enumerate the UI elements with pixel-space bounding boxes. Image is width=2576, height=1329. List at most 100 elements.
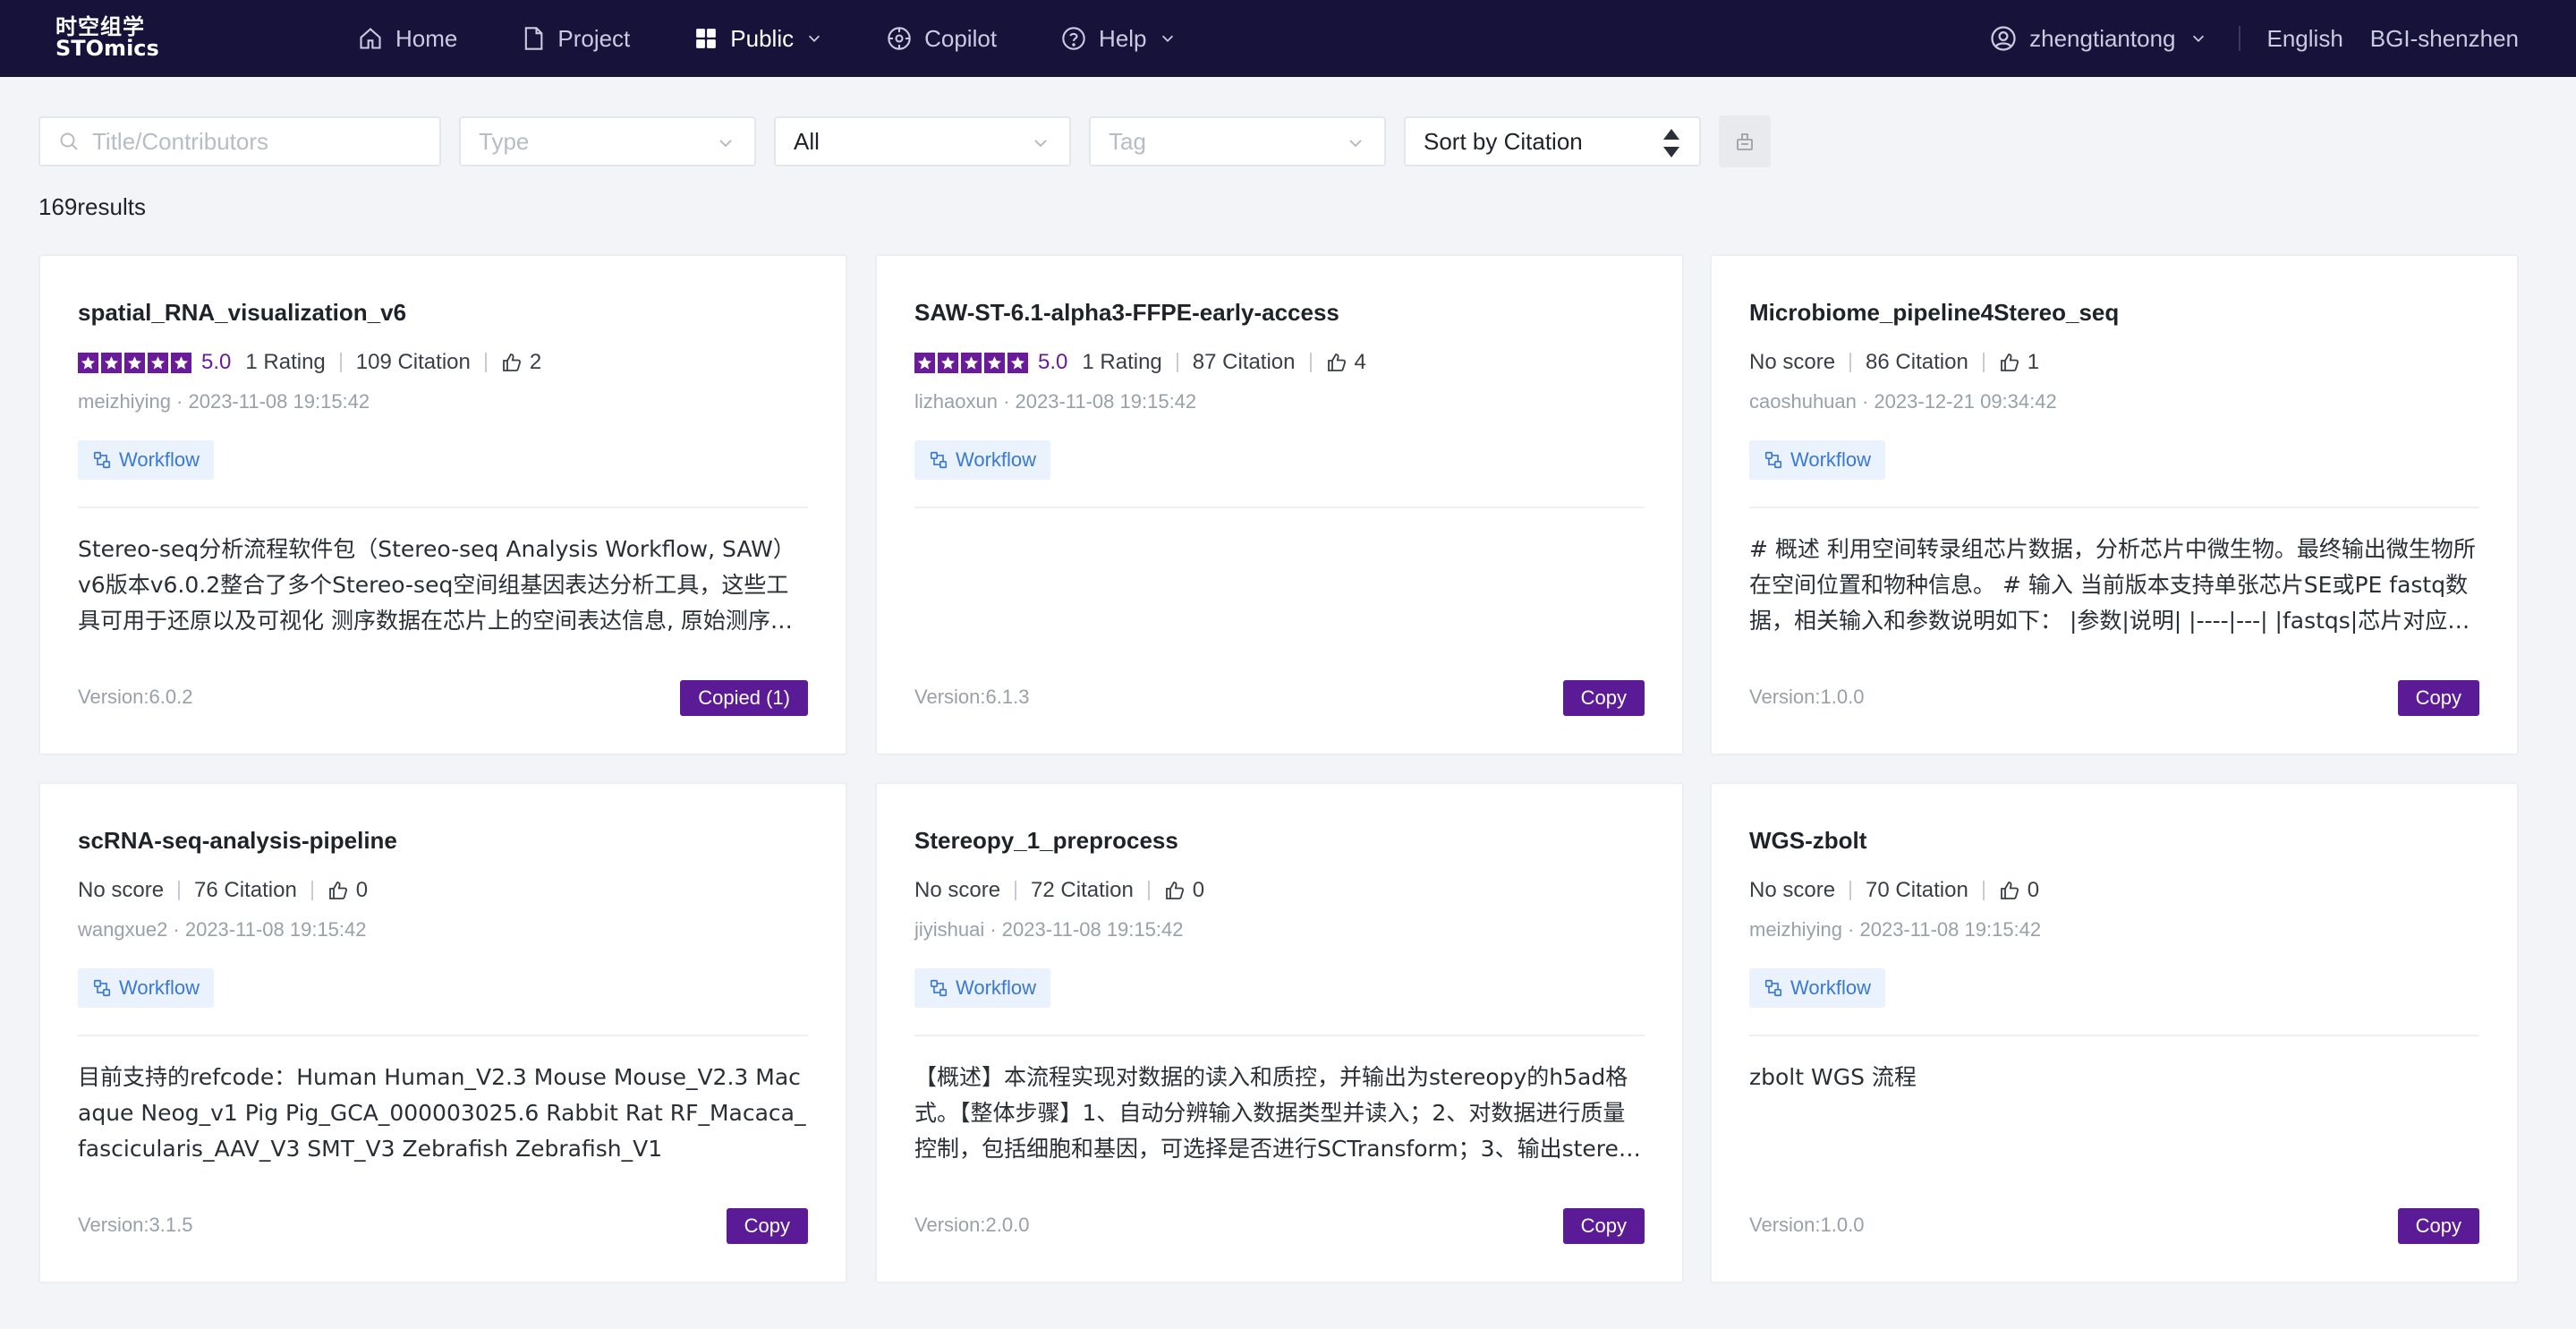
card-divider: [1749, 507, 2479, 508]
copy-button[interactable]: Copy: [1562, 1208, 1645, 1244]
author-date: meizhiying · 2023-11-08 19:15:42: [1749, 918, 2042, 941]
nav-item-project[interactable]: Project: [522, 0, 630, 77]
citation-count: 70 Citation: [1866, 878, 1968, 902]
category-select[interactable]: All: [774, 116, 1071, 166]
thumbs-up-icon[interactable]: [327, 880, 349, 901]
badge-label: Workflow: [1790, 976, 1872, 999]
help-icon: [1062, 27, 1085, 50]
chevron-down-icon: [719, 140, 732, 148]
copy-button[interactable]: Copy: [1562, 680, 1645, 716]
citation-count: 109 Citation: [355, 350, 471, 374]
nav-label-copilot: Copilot: [924, 24, 998, 52]
card-title[interactable]: WGS-zbolt: [1749, 827, 1866, 855]
workflow-icon: [93, 979, 111, 997]
copy-button[interactable]: Copied (1): [680, 680, 808, 716]
card-description: Stereo-seq分析流程软件包（Stereo-seq Analysis Wo…: [78, 536, 795, 634]
workflow-card[interactable]: Microbiome_pipeline4Stereo_seq No score 86…: [1710, 254, 2519, 755]
meta-separator: [178, 881, 181, 900]
star-icon: [171, 352, 191, 373]
meta-separator: [310, 881, 313, 900]
results-count: 169results: [38, 193, 146, 220]
copy-button[interactable]: Copy: [726, 1208, 808, 1244]
type-badge: Workflow: [914, 968, 1051, 1008]
username: zhengtiantong: [2029, 24, 2176, 52]
tag-placeholder: Tag: [1109, 127, 1146, 155]
nav-label-project: Project: [557, 24, 631, 52]
meta-separator: [1982, 353, 1985, 372]
rating-count: 1 Rating: [1082, 350, 1162, 374]
chevron-down-icon: [1161, 35, 1173, 42]
score: No score: [1749, 878, 1836, 902]
card-meta: No score 72 Citation 0: [914, 877, 1204, 904]
card-title[interactable]: Microbiome_pipeline4Stereo_seq: [1749, 299, 2119, 327]
logo-cn-text: 时空组学: [55, 14, 145, 39]
search-placeholder: Title/Contributors: [92, 127, 268, 155]
star-icon: [124, 352, 145, 373]
copy-button[interactable]: Copy: [2397, 680, 2479, 716]
meta-separator: [339, 353, 342, 372]
card-divider: [1749, 1035, 2479, 1036]
thumbs-up-icon[interactable]: [1999, 352, 2020, 373]
rating-stars: [78, 352, 194, 373]
like-count: 2: [529, 350, 542, 374]
broom-icon: [1737, 133, 1753, 150]
sort-select[interactable]: Sort by Citation: [1404, 116, 1701, 166]
workflow-icon: [1764, 451, 1782, 469]
chevron-down-icon: [2192, 35, 2204, 42]
nav-right: zhengtiantong English BGI-shenzhen: [1990, 0, 2519, 77]
badge-label: Workflow: [119, 448, 200, 471]
chevron-down-icon: [809, 35, 820, 42]
meta-separator: [1849, 881, 1852, 900]
type-select[interactable]: Type: [459, 116, 756, 166]
card-title[interactable]: scRNA-seq-analysis-pipeline: [78, 827, 397, 855]
user-menu[interactable]: zhengtiantong: [1990, 25, 2206, 53]
score: 5.0: [201, 350, 232, 374]
version-label: Version:2.0.0: [914, 1214, 1030, 1236]
nav-item-public[interactable]: Public: [694, 0, 822, 77]
card-title[interactable]: spatial_RNA_visualization_v6: [78, 299, 406, 327]
category-value: All: [794, 127, 820, 155]
score: 5.0: [1038, 350, 1068, 374]
like-count: 0: [355, 878, 369, 902]
version-label: Version:3.1.5: [78, 1214, 193, 1236]
version-label: Version:1.0.0: [1749, 1214, 1865, 1236]
version-label: Version:6.0.2: [78, 686, 193, 708]
document-icon: [525, 27, 543, 50]
filter-bar: Title/Contributors Type All Tag Sort by …: [38, 115, 1771, 167]
organization-switch[interactable]: BGI-shenzhen: [2370, 25, 2519, 53]
language-switch[interactable]: English: [2267, 25, 2343, 53]
search-input[interactable]: Title/Contributors: [38, 116, 441, 166]
card-description: 目前支持的refcode：Human Human_V2.3 Mouse Mous…: [78, 1064, 806, 1162]
type-placeholder: Type: [479, 127, 530, 155]
star-icon: [78, 352, 98, 373]
thumbs-up-icon[interactable]: [1326, 352, 1348, 373]
workflow-icon: [93, 451, 111, 469]
nav-item-help[interactable]: Help: [1061, 0, 1175, 77]
card-title[interactable]: SAW-ST-6.1-alpha3-FFPE-early-access: [914, 299, 1339, 327]
workflow-card[interactable]: scRNA-seq-analysis-pipeline No score 76 Ci…: [38, 782, 847, 1283]
thumbs-up-icon[interactable]: [1164, 880, 1186, 901]
card-description: # 概述 利用空间转录组芯片数据，分析芯片中微生物。最终输出微生物所在空间位置和…: [1749, 536, 2478, 634]
type-badge: Workflow: [78, 968, 215, 1008]
workflow-card[interactable]: WGS-zbolt No score 70 Citation 0 meizhiying …: [1710, 782, 2519, 1283]
card-title[interactable]: Stereopy_1_preprocess: [914, 827, 1178, 855]
nav-item-home[interactable]: Home: [358, 0, 457, 77]
thumbs-up-icon[interactable]: [1999, 880, 2020, 901]
type-badge: Workflow: [1749, 440, 1886, 480]
thumbs-up-icon[interactable]: [501, 352, 523, 373]
chevron-down-icon: [1349, 140, 1362, 148]
clear-filters-button[interactable]: [1719, 115, 1771, 167]
workflow-card[interactable]: Stereopy_1_preprocess No score 72 Citation…: [875, 782, 1684, 1283]
chevron-down-icon: [1034, 140, 1047, 148]
workflow-card[interactable]: spatial_RNA_visualization_v6 5.0 1 Rating 1…: [38, 254, 847, 755]
tag-select[interactable]: Tag: [1089, 116, 1386, 166]
workflow-card[interactable]: SAW-ST-6.1-alpha3-FFPE-early-access 5.0 1 …: [875, 254, 1684, 755]
score: No score: [1749, 350, 1836, 374]
stomics-logo[interactable]: 时空组学 STOmics: [55, 16, 159, 59]
copy-button[interactable]: Copy: [2397, 1208, 2479, 1244]
author-date: lizhaoxun · 2023-11-08 19:15:42: [914, 390, 1197, 413]
nav-item-copilot[interactable]: Copilot: [887, 0, 997, 77]
card-divider: [914, 1035, 1645, 1036]
grid-icon: [696, 29, 717, 48]
card-meta: No score 86 Citation 1: [1749, 349, 2039, 376]
